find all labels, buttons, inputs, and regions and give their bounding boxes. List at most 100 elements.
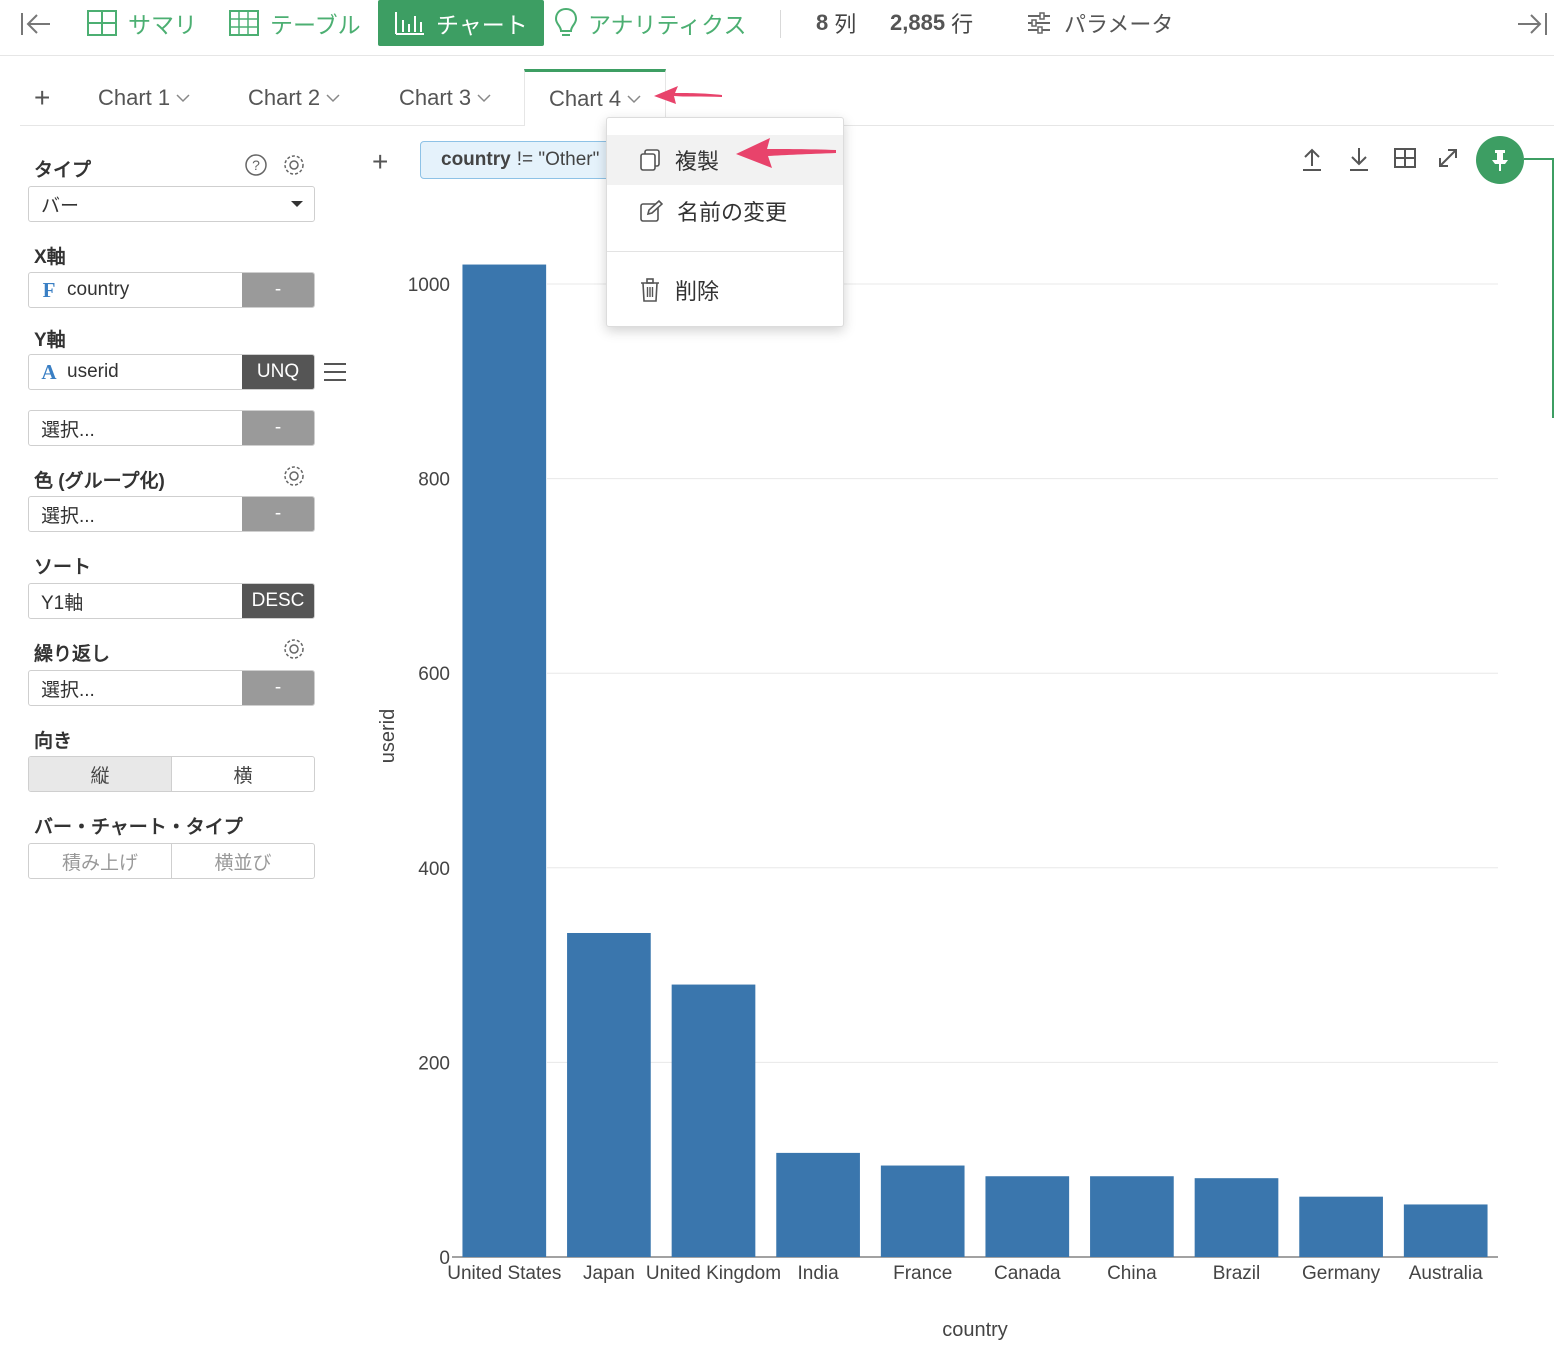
y-tick-label: 800 [418,470,450,491]
y-axis-aggregation[interactable]: UNQ [242,355,314,389]
sort-order[interactable]: DESC [242,584,314,618]
color-field[interactable]: 選択... - [28,496,315,532]
type-label: タイプ [34,160,92,181]
collapse-left-icon[interactable] [20,10,52,43]
bar [1299,1196,1383,1257]
bar [1194,1178,1279,1257]
tab-chart-2[interactable]: Chart 2 [248,70,340,126]
tab-label: Chart 1 [98,85,171,110]
y-tick-label: 600 [418,664,450,685]
gear-icon[interactable] [282,153,306,177]
add-chart-button[interactable]: + [34,84,50,112]
chevron-down-icon[interactable] [627,94,641,104]
filter-chip[interactable]: country != "Other" [420,141,620,179]
pin-icon [1492,150,1508,171]
repeat-field[interactable]: 選択... - [28,670,315,706]
x-tick-label: Germany [1302,1263,1381,1284]
upload-icon[interactable] [1300,146,1324,172]
bar [567,932,651,1257]
bar-chart: 02004006008001000United States Japan Unite… [377,264,1498,1341]
add-filter-button[interactable]: + [372,146,388,178]
color-aggregation[interactable]: - [242,497,314,531]
repeat-aggregation[interactable]: - [242,671,314,705]
x-axis-field[interactable]: Fcountry - [28,272,315,308]
delete-menu-item[interactable]: 削除 [607,265,843,315]
x-tick-label: United States [447,1263,561,1284]
x-tick-label: Canada [994,1263,1061,1284]
repeat-label: 繰り返し [34,644,111,665]
summary-label: サマリ [128,12,197,38]
menu-divider [607,251,843,252]
rows-count-value: 2,885 [890,10,946,35]
rename-label: 名前の変更 [677,200,788,225]
trash-icon [641,278,659,302]
table-icon [229,10,259,36]
side-by-side-button[interactable]: 横並び [171,844,314,878]
download-icon[interactable] [1347,146,1371,172]
y-tick-label: 200 [418,1053,450,1074]
annotation-arrow-icon [736,138,836,168]
copy-icon [640,149,660,171]
chevron-down-icon[interactable] [326,93,340,103]
collapse-right-icon[interactable] [1516,10,1548,43]
chart-type-value: バー [41,195,80,217]
x-tick-label: China [1107,1263,1157,1284]
pin-button[interactable] [1476,136,1524,184]
bar-chart-type-toggle: 積み上げ 横並び [28,843,315,879]
chart-type-select[interactable]: バー [28,186,315,222]
x-axis-field-name: country [67,279,130,300]
x-tick-label: Brazil [1213,1263,1261,1284]
columns-count-unit: 列 [834,12,857,37]
y-axis-label: Y軸 [34,330,66,351]
bar [671,984,756,1257]
x-axis-title: country [942,1319,1008,1341]
tab-label: Chart 2 [248,85,321,110]
orientation-label: 向き [34,731,73,752]
grid-icon [87,10,117,36]
columns-count: 8 列 [816,0,856,46]
lightbulb-icon [554,7,578,36]
duplicate-label: 複製 [675,149,720,174]
gear-icon[interactable] [282,464,306,488]
tab-chart-1[interactable]: Chart 1 [98,70,190,126]
x-tick-label: Japan [583,1263,635,1284]
y-tick-label: 400 [418,859,450,880]
rows-count: 2,885 行 [890,0,973,46]
help-icon[interactable]: ? [244,153,268,177]
bar [462,264,547,1257]
bar [985,1176,1070,1257]
x-axis-aggregation[interactable]: - [242,273,314,307]
color-group-label: 色 (グループ化) [34,471,165,492]
rename-menu-item[interactable]: 名前の変更 [607,186,843,236]
analytics-label: アナリティクス [588,12,747,38]
tab-chart-3[interactable]: Chart 3 [399,70,491,126]
parameters-button[interactable]: パラメータ [1026,0,1173,46]
y-axis-field[interactable]: Auserid UNQ [28,354,315,390]
expand-icon[interactable] [1436,146,1460,170]
chevron-down-icon[interactable] [477,93,491,103]
x-tick-label: India [797,1263,839,1284]
table-button[interactable]: テーブル [228,0,361,46]
orientation-vertical-button[interactable]: 縦 [29,757,171,791]
y-axis-2-aggregation[interactable]: - [242,411,314,445]
orientation-horizontal-button[interactable]: 横 [171,757,314,791]
grid-layout-icon[interactable] [1393,146,1417,170]
filter-expression: != "Other" [516,149,600,170]
x-tick-label: France [893,1263,952,1284]
attribute-type-icon: A [41,359,57,384]
chart-button[interactable]: チャート [378,0,544,46]
bar [776,1152,860,1257]
toolbar-divider [780,10,781,38]
sort-field[interactable]: Y1軸 DESC [28,583,315,619]
repeat-placeholder: 選択... [41,679,95,701]
menu-lines-icon[interactable] [324,363,346,387]
summary-button[interactable]: サマリ [86,0,197,46]
stacked-button[interactable]: 積み上げ [29,844,171,878]
chart-settings-panel: タイプ ? バー X軸 Fcountry - Y軸 Auserid UNQ 選択… [20,127,360,1350]
chevron-down-icon[interactable] [176,93,190,103]
y-axis-2-field[interactable]: 選択... - [28,410,315,446]
analytics-button[interactable]: アナリティクス [554,0,746,46]
gear-icon[interactable] [282,637,306,661]
y-tick-label: 1000 [408,275,450,296]
x-axis-label: X軸 [34,247,66,268]
